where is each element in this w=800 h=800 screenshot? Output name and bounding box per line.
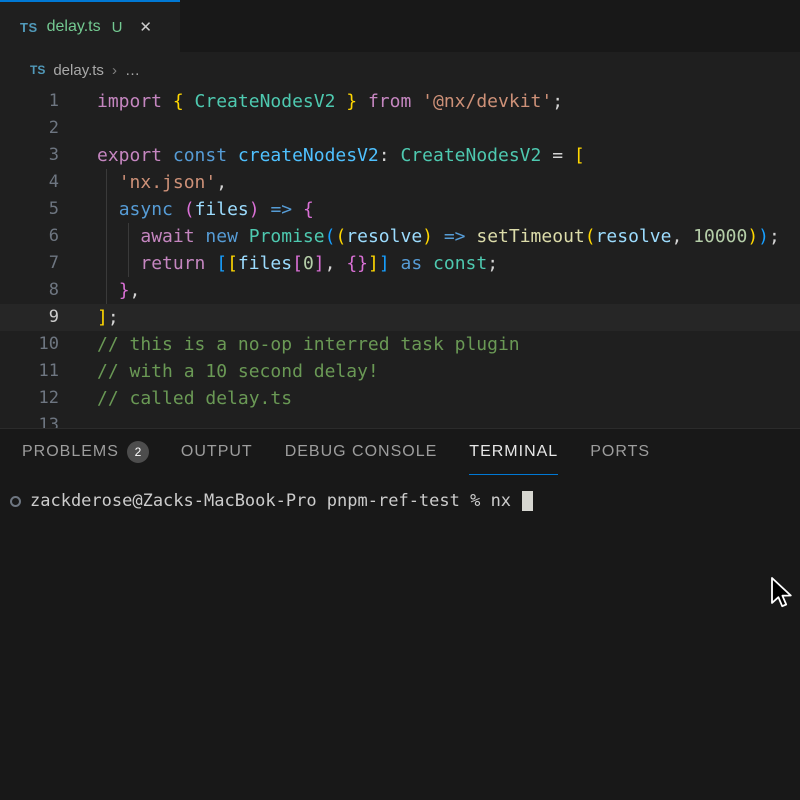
code-line[interactable]: 11// with a 10 second delay! bbox=[0, 358, 800, 385]
typescript-file-icon: TS bbox=[30, 63, 45, 77]
chevron-right-icon: › bbox=[112, 62, 117, 79]
git-untracked-badge: U bbox=[112, 19, 123, 36]
close-icon[interactable]: ✕ bbox=[139, 18, 152, 36]
panel-tab-label: PORTS bbox=[590, 429, 650, 475]
line-number[interactable]: 9 bbox=[0, 304, 97, 331]
code-line-text[interactable] bbox=[97, 115, 800, 142]
code-line-text[interactable] bbox=[97, 412, 800, 428]
editor-code-area[interactable]: 1import { CreateNodesV2 } from '@nx/devk… bbox=[0, 88, 800, 428]
code-line-text[interactable]: }, bbox=[97, 277, 800, 304]
indent-guide bbox=[106, 223, 107, 250]
code-line-text[interactable]: ]; bbox=[97, 304, 800, 331]
code-line[interactable]: 1import { CreateNodesV2 } from '@nx/devk… bbox=[0, 88, 800, 115]
panel-tab-output[interactable]: OUTPUT bbox=[181, 429, 253, 475]
line-number[interactable]: 5 bbox=[0, 196, 97, 223]
code-line[interactable]: 6 await new Promise((resolve) => setTime… bbox=[0, 223, 800, 250]
breadcrumb[interactable]: TS delay.ts › … bbox=[0, 52, 800, 88]
code-line-text[interactable]: import { CreateNodesV2 } from '@nx/devki… bbox=[97, 88, 800, 115]
code-line-text[interactable]: // called delay.ts bbox=[97, 385, 800, 412]
problems-count-badge: 2 bbox=[127, 441, 149, 463]
code-line[interactable]: 12// called delay.ts bbox=[0, 385, 800, 412]
line-number[interactable]: 7 bbox=[0, 250, 97, 277]
line-number[interactable]: 2 bbox=[0, 115, 97, 142]
tab-title: delay.ts bbox=[47, 18, 101, 36]
panel-tab-terminal[interactable]: TERMINAL bbox=[469, 429, 558, 475]
code-line[interactable]: 3export const createNodesV2: CreateNodes… bbox=[0, 142, 800, 169]
code-line[interactable]: 9]; bbox=[0, 304, 800, 331]
breadcrumb-file[interactable]: delay.ts bbox=[53, 62, 104, 79]
code-line-text[interactable]: 'nx.json', bbox=[97, 169, 800, 196]
indent-guide bbox=[128, 223, 129, 250]
panel-tab-problems[interactable]: PROBLEMS 2 bbox=[22, 429, 149, 475]
code-line[interactable]: 4 'nx.json', bbox=[0, 169, 800, 196]
panel-tab-label: PROBLEMS bbox=[22, 429, 119, 475]
panel-tab-label: TERMINAL bbox=[469, 429, 558, 475]
code-line-text[interactable]: return [[files[0], {}]] as const; bbox=[97, 250, 800, 277]
indent-guide bbox=[106, 277, 107, 304]
panel-tab-label: DEBUG CONSOLE bbox=[285, 429, 438, 475]
panel-tab-ports[interactable]: PORTS bbox=[590, 429, 650, 475]
code-line[interactable]: 13 bbox=[0, 412, 800, 428]
line-number[interactable]: 4 bbox=[0, 169, 97, 196]
code-line-text[interactable]: export const createNodesV2: CreateNodesV… bbox=[97, 142, 800, 169]
editor-lines: 1import { CreateNodesV2 } from '@nx/devk… bbox=[0, 88, 800, 428]
code-line-text[interactable]: await new Promise((resolve) => setTimeou… bbox=[97, 223, 800, 250]
panel-tab-bar: PROBLEMS 2 OUTPUT DEBUG CONSOLE TERMINAL PORT… bbox=[0, 429, 800, 475]
panel-tab-debug-console[interactable]: DEBUG CONSOLE bbox=[285, 429, 438, 475]
editor-tab-delay-ts[interactable]: TS delay.ts U ✕ bbox=[0, 0, 180, 52]
line-number[interactable]: 10 bbox=[0, 331, 97, 358]
command-decoration-circle-icon[interactable] bbox=[10, 496, 21, 507]
terminal-view[interactable]: zackderose@Zacks-MacBook-Pro pnpm-ref-te… bbox=[0, 475, 800, 511]
line-number[interactable]: 13 bbox=[0, 412, 97, 428]
bottom-panel: PROBLEMS 2 OUTPUT DEBUG CONSOLE TERMINAL PORT… bbox=[0, 428, 800, 799]
terminal-cursor bbox=[522, 491, 533, 511]
code-line-text[interactable]: // with a 10 second delay! bbox=[97, 358, 800, 385]
code-line[interactable]: 8 }, bbox=[0, 277, 800, 304]
line-number[interactable]: 12 bbox=[0, 385, 97, 412]
code-line[interactable]: 10// this is a no-op interred task plugi… bbox=[0, 331, 800, 358]
indent-guide bbox=[106, 169, 107, 196]
code-line-text[interactable]: // this is a no-op interred task plugin bbox=[97, 331, 800, 358]
code-line[interactable]: 7 return [[files[0], {}]] as const; bbox=[0, 250, 800, 277]
typescript-file-icon: TS bbox=[20, 20, 38, 35]
line-number[interactable]: 11 bbox=[0, 358, 97, 385]
code-line[interactable]: 2 bbox=[0, 115, 800, 142]
breadcrumb-symbol-ellipsis[interactable]: … bbox=[125, 62, 141, 79]
indent-guide bbox=[128, 250, 129, 277]
line-number[interactable]: 3 bbox=[0, 142, 97, 169]
line-number[interactable]: 6 bbox=[0, 223, 97, 250]
line-number[interactable]: 8 bbox=[0, 277, 97, 304]
panel-tab-label: OUTPUT bbox=[181, 429, 253, 475]
terminal-prompt-row[interactable]: zackderose@Zacks-MacBook-Pro pnpm-ref-te… bbox=[10, 491, 800, 511]
code-line[interactable]: 5 async (files) => { bbox=[0, 196, 800, 223]
indent-guide bbox=[106, 196, 107, 223]
terminal-prompt-text: zackderose@Zacks-MacBook-Pro pnpm-ref-te… bbox=[30, 491, 521, 511]
indent-guide bbox=[106, 250, 107, 277]
code-line-text[interactable]: async (files) => { bbox=[97, 196, 800, 223]
editor-tab-strip: TS delay.ts U ✕ bbox=[0, 0, 800, 52]
line-number[interactable]: 1 bbox=[0, 88, 97, 115]
